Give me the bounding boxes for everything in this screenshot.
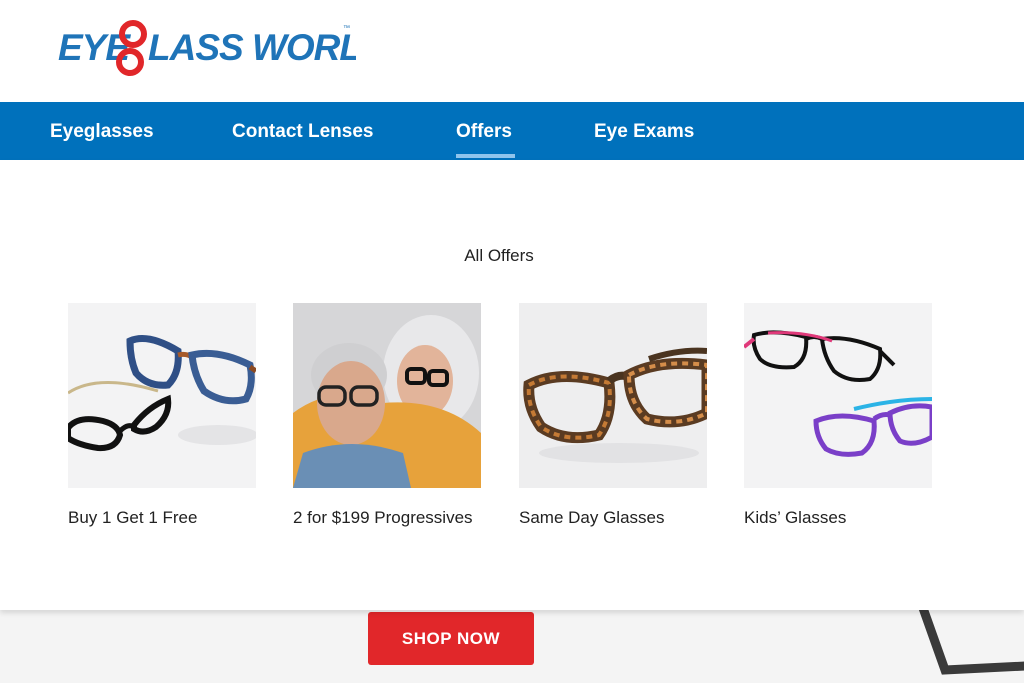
shop-now-button[interactable]: SHOP NOW — [368, 612, 534, 665]
kids-glasses-image — [744, 303, 932, 488]
main-nav: Eyeglasses Contact Lenses Offers Eye Exa… — [0, 102, 1024, 160]
offer-card-bogo[interactable]: Buy 1 Get 1 Free — [68, 303, 256, 528]
offer-card-kids[interactable]: Kids’ Glasses — [744, 303, 932, 528]
offer-card-label: Buy 1 Get 1 Free — [68, 508, 198, 527]
svg-text:™: ™ — [343, 25, 350, 32]
couple-photo — [293, 303, 481, 488]
offer-card-label: Same Day Glasses — [519, 508, 665, 527]
glasses-pair-image — [68, 303, 256, 488]
nav-item-eyeglasses[interactable]: Eyeglasses — [50, 121, 154, 143]
offer-card-same-day[interactable]: Same Day Glasses — [519, 303, 707, 528]
nav-item-eye-exams[interactable]: Eye Exams — [594, 121, 694, 143]
tortoise-glasses-image — [519, 303, 707, 488]
nav-item-offers[interactable]: Offers — [456, 121, 512, 143]
svg-text:LASS WORLD: LASS WORLD — [148, 27, 356, 68]
offers-dropdown-panel: All Offers Buy 1 Get 1 Free 2 for $199 P… — [0, 160, 1024, 610]
nav-item-contact-lenses[interactable]: Contact Lenses — [232, 121, 373, 143]
eyeglass-world-logo[interactable]: EYE LASS WORLD ™ — [56, 16, 388, 80]
logo-icon: EYE LASS WORLD ™ — [58, 20, 388, 76]
all-offers-heading: All Offers — [464, 246, 534, 265]
active-nav-indicator — [456, 154, 515, 158]
offer-card-label: Kids’ Glasses — [744, 508, 847, 527]
offer-card-progressives[interactable]: 2 for $199 Progressives — [293, 303, 481, 528]
offer-card-label: 2 for $199 Progressives — [293, 508, 473, 527]
glasses-frame-decoration — [918, 608, 1024, 675]
site-header: EYE LASS WORLD ™ — [0, 0, 1024, 102]
